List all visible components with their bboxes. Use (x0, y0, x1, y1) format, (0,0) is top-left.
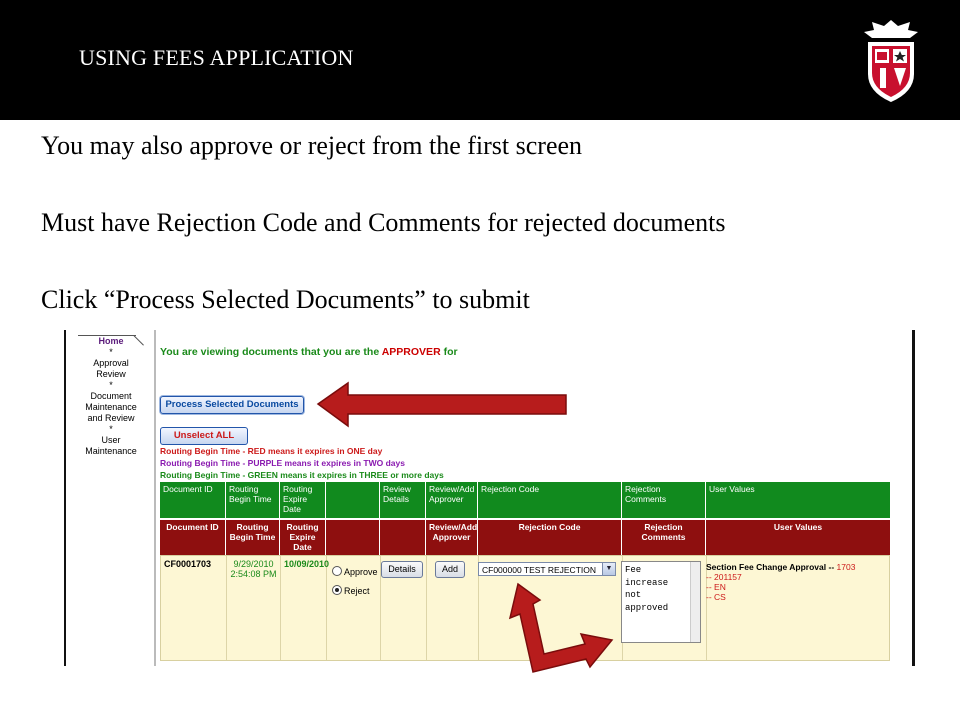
cell-routing-begin: 9/29/2010 2:54:08 PM (227, 556, 281, 660)
nav-home[interactable]: Home (80, 336, 142, 347)
legend-purple: Routing Begin Time - PURPLE means it exp… (160, 458, 405, 468)
process-selected-documents-button[interactable]: Process Selected Documents (160, 396, 304, 414)
begin-date: 9/29/2010 (233, 559, 274, 569)
red-header-review-add-approver: Review/Add Approver (426, 520, 478, 556)
table-header-green: Document ID Routing Begin Time Routing E… (160, 482, 890, 518)
rejection-code-value: CF000000 TEST REJECTION (482, 565, 597, 575)
university-crest-icon (864, 20, 918, 102)
legend-green: Routing Begin Time - GREEN means it expi… (160, 470, 444, 480)
nav-separator: * (109, 424, 113, 434)
textarea-scrollbar[interactable] (690, 562, 700, 642)
approve-radio-dot[interactable] (332, 566, 342, 576)
red-header-details (380, 520, 426, 556)
title-bar: USING FEES APPLICATION (0, 0, 960, 120)
user-value-line: -- CS (706, 592, 726, 602)
rejection-comments-textarea[interactable]: Fee increase not approved (621, 561, 701, 643)
comment-line: approved (625, 602, 669, 613)
nav-separator: * (109, 347, 113, 357)
green-header-document-id: Document ID (160, 482, 226, 518)
user-value-line: -- EN (706, 582, 726, 592)
comment-line: Fee (625, 565, 642, 575)
begin-time: 2:54:08 PM (230, 569, 277, 579)
red-header-routing-expire: Routing Expire Date (280, 520, 326, 556)
rejection-code-select[interactable]: CF000000 TEST REJECTION ▼ (478, 562, 616, 576)
nav-separator: * (109, 380, 113, 390)
red-header-action (326, 520, 380, 556)
user-values-id: 1703 (836, 562, 856, 572)
add-approver-button[interactable]: Add (435, 561, 465, 578)
details-button[interactable]: Details (381, 561, 423, 578)
screenshot-right-border (912, 330, 915, 666)
red-header-user-values: User Values (773, 522, 823, 532)
red-header-rejection-comments: Rejection Comments (622, 520, 706, 556)
side-nav: Home * Approval Review * Document Mainte… (80, 336, 142, 457)
heading-role: APPROVER (381, 346, 441, 358)
user-values: Section Fee Change Approval -- 1703 -- 2… (706, 562, 855, 602)
red-header-routing-begin: Routing Begin Time (226, 520, 280, 556)
reject-label: Reject (344, 586, 370, 596)
bullet-2: Must have Rejection Code and Comments fo… (41, 208, 726, 237)
green-header-action (326, 482, 380, 518)
legend-red: Routing Begin Time - RED means it expire… (160, 446, 383, 456)
green-header-rejection-code: Rejection Code (478, 482, 622, 518)
table-header-red: Document ID Routing Begin Time Routing E… (160, 520, 890, 556)
user-values-label: Section Fee Change Approval -- (706, 562, 837, 572)
chevron-down-icon[interactable]: ▼ (602, 563, 615, 575)
page-heading: You are viewing documents that you are t… (160, 346, 458, 358)
green-header-routing-expire: Routing Expire Date (280, 482, 326, 518)
user-value-line: -- 201157 (706, 572, 742, 582)
green-header-routing-begin: Routing Begin Time (226, 482, 280, 518)
approve-label: Approve (344, 567, 378, 577)
nav-document-maintenance[interactable]: Document Maintenance and Review (80, 391, 142, 424)
approve-radio[interactable]: Approve (332, 566, 378, 577)
reject-radio-dot[interactable] (332, 585, 342, 595)
bullet-3: Click “Process Selected Documents” to su… (41, 285, 530, 314)
slide-title: USING FEES APPLICATION (79, 45, 354, 70)
red-header-rejection-code: Rejection Code (478, 520, 622, 556)
cell-document-id: CF0001703 (161, 556, 227, 660)
screenshot-left-border (64, 330, 66, 666)
bullet-1: You may also approve or reject from the … (41, 131, 583, 160)
comment-line: increase (625, 577, 669, 588)
green-header-review-details: Review Details (380, 482, 426, 518)
main-content: You are viewing documents that you are t… (156, 330, 912, 666)
green-header-rejection-comments: Rejection Comments (622, 482, 706, 518)
green-header-user-values: User Values (709, 484, 755, 494)
comment-line: not (625, 590, 642, 600)
red-header-document-id: Document ID (160, 520, 226, 556)
green-header-review-add-approver: Review/Add Approver (426, 482, 478, 518)
nav-user-maintenance[interactable]: User Maintenance (80, 435, 142, 457)
heading-prefix: You are viewing documents that you are t… (160, 346, 382, 358)
cell-expire-date: 10/09/2010 (281, 556, 329, 660)
reject-radio[interactable]: Reject (332, 585, 370, 596)
unselect-all-button[interactable]: Unselect ALL (160, 427, 248, 445)
heading-suffix: for (440, 346, 458, 358)
nav-approval-review[interactable]: Approval Review (80, 358, 142, 380)
